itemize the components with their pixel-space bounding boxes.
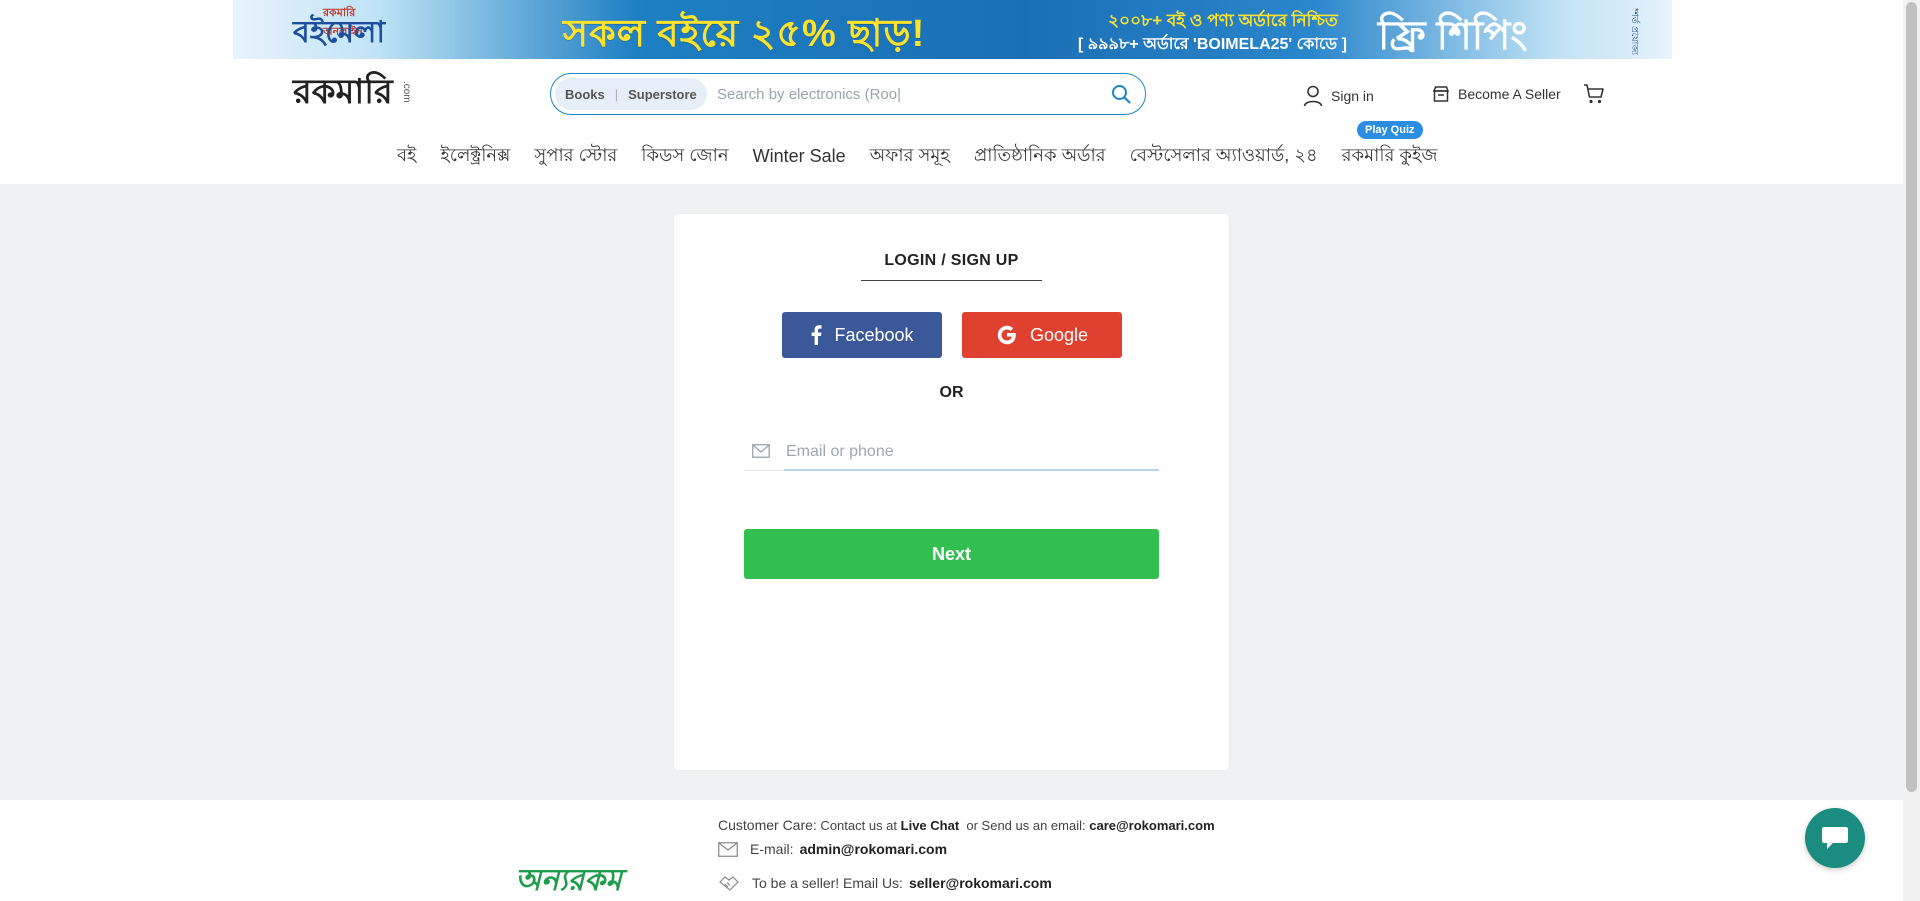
promo-banner[interactable]: রকমারি অনলাইন বইমেলা সকল বইয়ে ২৫% ছাড়!… [233,0,1672,59]
page-scrollbar[interactable] [1903,0,1920,901]
customer-care-text2: or Send us an email: [959,817,1090,833]
play-quiz-badge[interactable]: Play Quiz [1357,121,1423,139]
mail-icon [752,444,770,458]
nav-item-institutional-order[interactable]: প্রাতিষ্ঠানিক অর্ডার [974,141,1106,172]
google-icon [997,325,1016,345]
facebook-icon [812,325,823,345]
site-logo[interactable]: রকমারি .com [293,73,413,121]
nav-item-superstore[interactable]: সুপার স্টোর [534,141,617,172]
nav-item-offers[interactable]: অফার সমূহ [870,141,950,172]
search-tab-separator: | [614,86,619,102]
banner-brand: রকমারি অনলাইন বইমেলা [293,4,386,56]
nav-item-bestseller-award[interactable]: বেস্টসেলার অ্যাওয়ার্ড, ২৪ [1130,141,1318,172]
handshake-icon [719,876,739,891]
care-email-link[interactable]: care@rokomari.com [1089,818,1214,833]
user-icon [1303,85,1323,107]
next-button[interactable]: Next [744,529,1159,579]
banner-shipping: ফ্রি শিপিং [1378,14,1528,58]
banner-note: *শর্ত প্রযোজ্য [1630,8,1640,55]
admin-email-label: E-mail: [750,841,794,857]
banner-offer-line2: [ ৯৯৯৮+ অর্ডারে 'BOIMELA25' কোডে ] [1078,36,1347,53]
chat-bubble-icon [1822,827,1848,849]
cart-icon[interactable] [1583,83,1605,105]
main-content: LOGIN / SIGN UP Facebook Google OR Next [0,184,1903,800]
live-chat-button[interactable] [1805,808,1865,868]
signin-link[interactable]: Sign in [1303,85,1374,107]
main-nav: বই ইলেক্ট্রনিক্স সুপার স্টোর কিডস জোন Wi… [397,141,1437,172]
login-title: LOGIN / SIGN UP [884,252,1019,269]
banner-brand-main: বইমেলা [293,16,386,49]
mail-icon [718,841,738,857]
customer-care-label: Customer Care: [718,817,817,833]
facebook-label: Facebook [834,324,914,345]
google-label: Google [1029,324,1089,345]
search-icon[interactable] [1111,84,1131,104]
logo-suffix: .com [401,81,412,103]
banner-headline: সকল বইয়ে ২৫% ছাড়! [563,13,926,55]
search-tab-books[interactable]: Books [565,87,605,102]
footer-brand[interactable]: অন্যরকম [515,856,622,901]
seller-email-label: To be a seller! Email Us: [752,875,903,891]
seller-label: Become A Seller [1458,86,1561,102]
admin-email-link[interactable]: admin@rokomari.com [800,841,947,857]
search-tab-superstore[interactable]: Superstore [628,87,697,102]
nav-item-winter-sale[interactable]: Winter Sale [753,146,846,167]
search-bar: Books | Superstore [550,73,1146,115]
footer-customer-care: Customer Care: Contact us at Live Chat o… [718,817,1215,833]
seller-email-link[interactable]: seller@rokomari.com [909,875,1052,891]
nav-item-books[interactable]: বই [397,141,416,172]
footer-seller-email: To be a seller! Email Us: seller@rokomar… [718,874,1052,892]
customer-care-text: Contact us at [816,817,901,833]
become-seller-link[interactable]: Become A Seller [1432,85,1561,103]
login-card: LOGIN / SIGN UP Facebook Google OR Next [674,214,1229,770]
nav-item-kids-zone[interactable]: কিডস জোন [641,141,728,172]
email-or-phone-input[interactable] [784,434,1159,471]
search-input[interactable] [717,80,1097,108]
store-icon [1432,86,1450,102]
live-chat-link[interactable]: Live Chat [901,818,960,833]
nav-item-quiz[interactable]: রকমারি কুইজ [1342,141,1438,172]
email-field-row [744,434,1159,471]
footer-admin-email: E-mail: admin@rokomari.com [718,841,947,857]
signin-label: Sign in [1331,88,1374,104]
email-field-prefix-line [744,470,784,471]
logo-text: রকমারি [293,73,393,111]
facebook-login-button[interactable]: Facebook [782,312,942,358]
title-underline [861,280,1042,281]
or-divider: OR [939,384,964,401]
search-scope-tabs: Books | Superstore [555,78,707,110]
nav-item-electronics[interactable]: ইলেক্ট্রনিক্স [440,141,510,172]
site-header: রকমারি .com Books | Superstore Sign in B… [0,59,1903,184]
site-footer: অন্যরকম Customer Care: Contact us at Liv… [0,800,1903,901]
google-login-button[interactable]: Google [962,312,1122,358]
scrollbar-thumb[interactable] [1906,2,1917,792]
